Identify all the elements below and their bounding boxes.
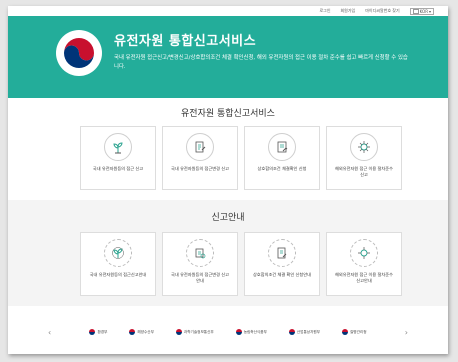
hero-title: 유전자원 통합신고서비스 xyxy=(114,34,257,49)
language-label: KOR xyxy=(419,8,428,14)
guide-card-label: 해외유전자원 접근 이용 절차준수 신고안내 xyxy=(335,272,393,283)
plant-icon xyxy=(104,133,132,161)
document-guide-icon xyxy=(186,239,214,267)
guide-card-agreement[interactable]: 상호합의조건 체결 확인 신청안내 xyxy=(244,232,320,296)
flag-icon xyxy=(412,8,419,14)
guide-card-access[interactable]: 국내 유전자원등의 접근신고안내 xyxy=(80,232,156,296)
emblem-icon xyxy=(288,329,295,335)
chevron-left-icon[interactable]: ‹ xyxy=(48,328,51,337)
virus-icon xyxy=(350,133,378,161)
partner-link[interactable]: 해양수산부 xyxy=(129,329,154,335)
service-card-label: 국내 유전자원등의 접근 신고 xyxy=(92,166,144,171)
guide-card-list: 국내 유전자원등의 접근신고안내 국내 유전자원등의 접근변경 신고안내 상호합… xyxy=(80,232,402,296)
service-card-label: 국내 유전자원등의 접근변경 신고 xyxy=(171,166,229,171)
chevron-right-icon[interactable]: › xyxy=(405,328,408,337)
hero-description: 국내 유전자원 접근신고/변경신고/상호합의조건 체결 확인신청, 해외 유전자… xyxy=(114,55,408,70)
virus-guide-icon xyxy=(350,239,378,267)
emblem-icon xyxy=(235,329,242,335)
service-card-overseas-compliance[interactable]: 해외유전자원 접근 이용 절차준수 신고 xyxy=(326,126,402,190)
guide-card-label: 국내 유전자원등의 접근변경 신고안내 xyxy=(171,272,229,283)
emblem-icon xyxy=(175,329,182,335)
service-card-agreement-confirm[interactable]: 상호합의조건 체결확인 신청 xyxy=(244,126,320,190)
find-id-link[interactable]: 마이디씨알번호 찾기 xyxy=(365,8,399,14)
signup-link[interactable]: 회원가입 xyxy=(341,8,356,14)
partner-link[interactable]: 과학기술정보통신부 xyxy=(175,329,214,335)
guide-section-title: 신고안내 xyxy=(211,213,245,223)
top-utility-bar: 로그인 회원가입 마이디씨알번호 찾기 KOR ▾ xyxy=(8,6,448,16)
hero-banner: 유전자원 통합신고서비스 국내 유전자원 접근신고/변경신고/상호합의조건 체결… xyxy=(8,16,448,98)
partner-link[interactable]: 산업통상자원부 xyxy=(288,329,320,335)
guide-card-change[interactable]: 국내 유전자원등의 접근변경 신고안내 xyxy=(162,232,238,296)
handshake-guide-icon xyxy=(268,239,296,267)
partner-link[interactable]: 질병관리청 xyxy=(342,329,367,335)
partner-link[interactable]: 농림축산식품부 xyxy=(235,329,267,335)
guide-card-overseas[interactable]: 해외유전자원 접근 이용 절차준수 신고안내 xyxy=(326,232,402,296)
services-section-title: 유전자원 통합신고서비스 xyxy=(181,109,275,119)
service-card-label: 상호합의조건 체결확인 신청 xyxy=(257,166,307,171)
partner-link[interactable]: 환경부 xyxy=(89,329,107,335)
chevron-down-icon: ▾ xyxy=(428,8,431,14)
document-edit-icon xyxy=(186,133,214,161)
emblem-icon xyxy=(89,329,96,335)
guide-card-label: 국내 유전자원등의 접근신고안내 xyxy=(89,272,147,277)
emblem-icon xyxy=(129,329,136,335)
plant-guide-icon xyxy=(104,239,132,267)
guide-card-label: 상호합의조건 체결 확인 신청안내 xyxy=(253,272,311,277)
service-card-label: 해외유전자원 접근 이용 절차준수 신고 xyxy=(335,166,393,177)
emblem-icon xyxy=(342,329,348,335)
service-card-access-report[interactable]: 국내 유전자원등의 접근 신고 xyxy=(80,126,156,190)
page-frame: 로그인 회원가입 마이디씨알번호 찾기 KOR ▾ 유전자원 통합신고서비스 국… xyxy=(8,6,448,354)
service-card-change-report[interactable]: 국내 유전자원등의 접근변경 신고 xyxy=(162,126,238,190)
login-link[interactable]: 로그인 xyxy=(319,8,330,14)
partner-carousel: ‹ 환경부 해양수산부 과학기술정보통신부 농림축산식품부 산업통상자원부 질병… xyxy=(48,324,408,340)
language-select[interactable]: KOR ▾ xyxy=(409,7,434,15)
partner-list: 환경부 해양수산부 과학기술정보통신부 농림축산식품부 산업통상자원부 질병관리… xyxy=(89,329,367,335)
government-emblem-logo xyxy=(56,30,102,76)
handshake-document-icon xyxy=(268,133,296,161)
services-card-list: 국내 유전자원등의 접근 신고 국내 유전자원등의 접근변경 신고 상호합의조건… xyxy=(80,126,402,190)
